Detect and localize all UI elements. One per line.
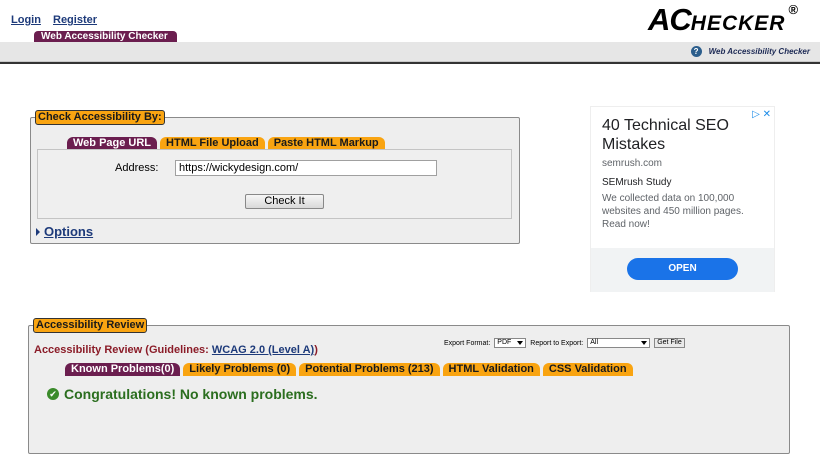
ad-headline: SEMrush Study [602, 177, 672, 188]
ad-title[interactable]: 40 Technical SEO Mistakes [602, 116, 767, 154]
report-export-value: All [590, 339, 598, 346]
guideline-link[interactable]: WCAG 2.0 (Level A) [212, 344, 314, 356]
review-heading-suffix: ) [314, 344, 318, 356]
checkmark-icon: ✔ [47, 388, 59, 400]
logo-text-rest: HECKER [690, 12, 786, 35]
options-label: Options [44, 224, 94, 239]
report-export-label: Report to Export: [530, 339, 584, 347]
tab-html-validation[interactable]: HTML Validation [442, 363, 540, 376]
options-toggle[interactable]: Options [36, 224, 93, 239]
tab-known-problems[interactable]: Known Problems(0) [65, 363, 181, 376]
accessibility-review-panel: Accessibility Review Accessibility Revie… [28, 318, 790, 454]
check-legend: Check Accessibility By: [35, 110, 165, 125]
check-accessibility-panel: Check Accessibility By: Web Page URL HTM… [30, 110, 520, 244]
logo-text-big: AC [648, 2, 692, 37]
review-tabs: Known Problems(0) Likely Problems (0) Po… [65, 363, 636, 376]
login-link[interactable]: Login [11, 14, 41, 26]
check-it-button[interactable]: Check It [245, 194, 324, 209]
tab-likely-problems[interactable]: Likely Problems (0) [183, 363, 297, 376]
get-file-button[interactable]: Get File [654, 338, 685, 348]
review-legend: Accessibility Review [33, 318, 148, 333]
achecker-logo[interactable]: ACHECKER® [648, 2, 798, 38]
export-controls: Export Format: PDF Report to Export: All… [444, 338, 685, 348]
ad-footer: OPEN [591, 248, 774, 292]
address-input[interactable]: https://wickydesign.com/ [175, 160, 437, 176]
help-link[interactable]: ? Web Accessibility Checker [690, 46, 810, 57]
ad-open-button[interactable]: OPEN [627, 258, 738, 280]
advertisement[interactable]: ▷ ✕ 40 Technical SEO Mistakes semrush.co… [590, 106, 775, 292]
dropdown-arrow-icon [517, 341, 524, 345]
export-format-value: PDF [497, 339, 512, 346]
header-bar: ? Web Accessibility Checker [0, 42, 820, 62]
tab-potential-problems[interactable]: Potential Problems (213) [299, 363, 440, 376]
help-link-label: Web Accessibility Checker [708, 47, 810, 56]
ad-description: We collected data on 100,000 websites an… [602, 193, 744, 230]
top-links: Login Register [11, 14, 106, 26]
review-heading: Accessibility Review (Guidelines: WCAG 2… [34, 344, 318, 356]
expand-triangle-icon [36, 227, 40, 236]
review-heading-prefix: Accessibility Review (Guidelines: [34, 344, 212, 356]
dropdown-arrow-icon [641, 341, 648, 345]
no-problems-text: Congratulations! No known problems. [64, 386, 318, 402]
address-label: Address: [115, 162, 159, 174]
header-divider [0, 62, 820, 64]
report-export-select[interactable]: All [587, 338, 651, 348]
ad-domain: semrush.com [602, 158, 663, 169]
no-problems-message: ✔ Congratulations! No known problems. [47, 386, 318, 402]
register-link[interactable]: Register [53, 14, 97, 26]
export-format-select[interactable]: PDF [494, 338, 527, 348]
tab-css-validation[interactable]: CSS Validation [542, 363, 633, 376]
export-format-label: Export Format: [444, 339, 491, 347]
registered-mark: ® [788, 2, 799, 17]
help-icon: ? [690, 46, 702, 57]
url-form: Address: https://wickydesign.com/ Check … [37, 149, 512, 219]
